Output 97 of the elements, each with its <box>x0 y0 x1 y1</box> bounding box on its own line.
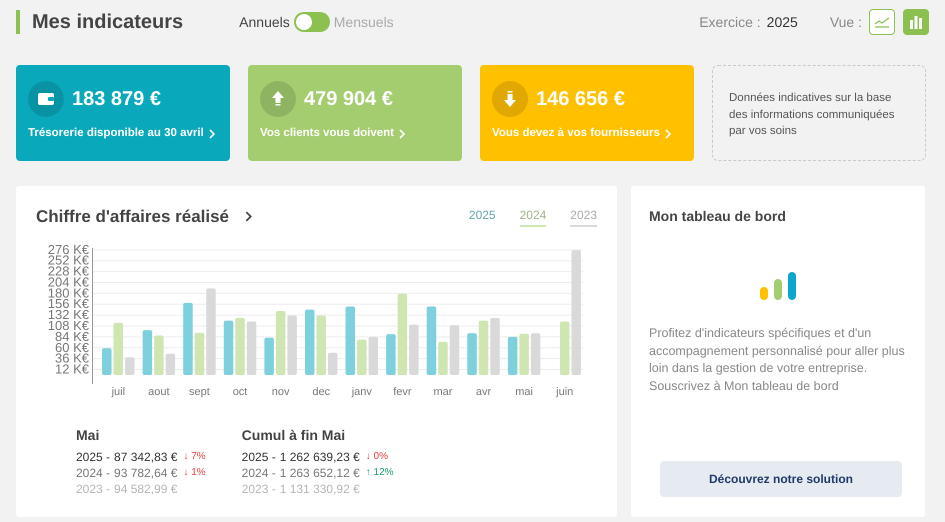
bar <box>276 310 286 374</box>
bar <box>328 352 338 374</box>
bar-chart-icon <box>908 15 924 29</box>
exercise-year[interactable]: 2025 <box>766 12 798 32</box>
kpi-amount: 146 656 € <box>536 87 625 112</box>
bar <box>450 324 460 374</box>
change-indicator: ↑ 12% <box>366 466 394 480</box>
card-title: Mon tableau de bord <box>649 207 787 226</box>
bar <box>519 333 529 374</box>
axis-label: 228 K€ <box>48 263 89 278</box>
kpi-link[interactable]: Trésorerie disponible au 30 avril <box>28 125 215 142</box>
toggle-switch[interactable] <box>294 12 330 32</box>
bar <box>304 309 314 374</box>
page-title: Mes indicateurs <box>16 10 184 34</box>
axis-label: fevr <box>393 386 412 398</box>
summary-amount: 1 263 652,12 € <box>280 464 360 480</box>
axis-label: mai <box>515 386 533 398</box>
bar <box>154 335 164 374</box>
change-indicator: ↓ 7% <box>183 450 206 464</box>
bar <box>114 322 124 374</box>
bar <box>316 315 326 374</box>
axis-label: avr <box>476 386 492 398</box>
summary-amount: 87 342,83 € <box>114 448 178 464</box>
bar <box>426 306 436 374</box>
axis-label: juil <box>112 386 126 398</box>
summary-amount: 94 582,99 € <box>114 480 178 496</box>
toggle-label: Mensuels <box>334 12 394 32</box>
axis-label: aout <box>148 386 170 398</box>
axis-label: 276 K€ <box>48 241 89 256</box>
legend-year[interactable]: 2025 <box>468 206 496 228</box>
bar <box>346 306 356 374</box>
bar <box>194 332 204 374</box>
view-label: Vue : <box>830 12 862 32</box>
bar-chart-icon <box>759 271 797 301</box>
bar <box>142 330 152 374</box>
summary-year: 2025 - <box>242 448 276 464</box>
line-chart-view-button[interactable] <box>869 9 895 35</box>
bar <box>409 324 419 374</box>
bar-chart-view-button[interactable] <box>903 9 929 35</box>
change-indicator: ↓ 0% <box>366 450 388 464</box>
bar <box>224 320 234 374</box>
axis-label: sept <box>189 386 210 398</box>
down-arrow-icon <box>501 90 519 108</box>
bar <box>467 332 477 374</box>
axis-label: 12 K€ <box>55 361 89 376</box>
bar <box>478 320 488 374</box>
toggle-label: Annuels <box>239 12 290 32</box>
axis-label: juin <box>556 386 574 398</box>
revenue-title-link[interactable]: Chiffre d'affaires réalisé <box>36 204 252 230</box>
bar <box>368 336 378 374</box>
legend-year[interactable]: 2023 <box>570 206 597 228</box>
bar <box>102 348 112 374</box>
line-chart-icon <box>874 15 890 29</box>
summary-year: 2024 - <box>242 464 276 480</box>
kpi-link[interactable]: Vos clients vous doivent <box>260 125 405 142</box>
bar <box>246 320 256 374</box>
kpi-link[interactable]: Vous devez à vos fournisseurs <box>492 125 671 142</box>
chevron-icon <box>664 128 671 139</box>
discover-button[interactable]: Découvrez notre solution <box>660 461 902 497</box>
legend-year[interactable]: 2024 <box>520 206 546 228</box>
bar <box>438 341 448 374</box>
summary-title: Cumul à fin Mai <box>242 426 346 444</box>
exercise-label: Exercice : <box>699 12 761 32</box>
info-notice: Données indicatives sur la base des informations communiquées par vos soins <box>712 65 926 161</box>
summary-title: Mai <box>76 426 100 444</box>
summary-year: 2023 - <box>242 480 276 496</box>
wallet-icon <box>37 90 55 108</box>
axis-label: janv <box>352 386 372 398</box>
bar <box>125 356 135 374</box>
bar <box>508 336 518 374</box>
summary-amount: 1 262 639,23 € <box>280 448 360 464</box>
bar <box>235 317 245 374</box>
summary-year: 2024 - <box>76 464 110 480</box>
chevron-icon <box>208 128 215 139</box>
bar <box>530 332 540 374</box>
axis-label: oct <box>232 386 248 398</box>
axis-label: mar <box>433 386 452 398</box>
kpi-amount: 183 879 € <box>72 87 161 112</box>
bar <box>166 353 176 374</box>
change-indicator: ↓ 1% <box>183 466 206 480</box>
bar <box>560 320 570 374</box>
promo-text: Profitez d'indicateurs spécifiques et d'un accompagnement personnalisé pour aller plus loin dans la gestion de votre entreprise. Souscrivez à Mon tableau de bord <box>649 325 906 394</box>
chevron-icon <box>245 211 252 222</box>
bar <box>357 339 367 374</box>
chevron-icon <box>399 128 405 139</box>
bar <box>287 315 297 374</box>
up-arrow-icon <box>269 90 287 108</box>
axis-label: nov <box>272 386 290 398</box>
bar <box>264 337 274 374</box>
summary-amount: 1 131 330,92 € <box>280 480 360 496</box>
summary-amount: 93 782,64 € <box>114 464 178 480</box>
summary-year: 2023 - <box>76 480 110 496</box>
axis-label: dec <box>312 386 330 398</box>
summary-year: 2025 - <box>76 448 110 464</box>
bar <box>386 334 396 374</box>
kpi-amount: 479 904 € <box>304 87 393 112</box>
bar <box>490 317 500 374</box>
